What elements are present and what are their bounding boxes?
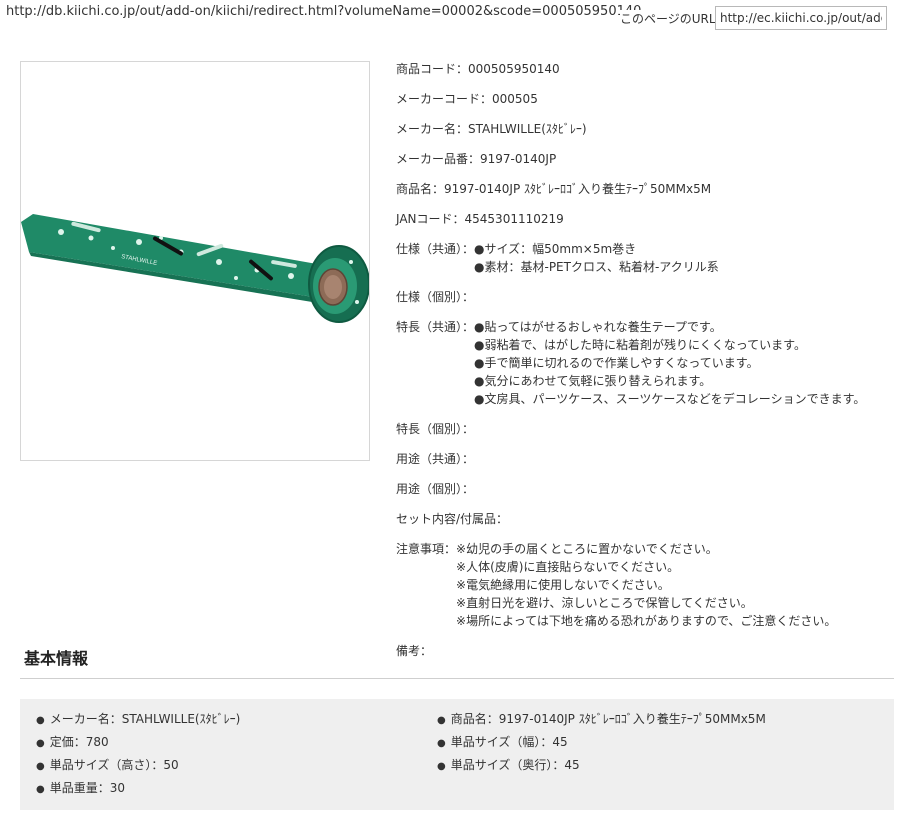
feature-line: ●気分にあわせて気軽に張り替えられます。: [474, 374, 712, 388]
bullet-icon: ●: [36, 738, 45, 749]
info-label: メーカー名：: [396, 122, 469, 136]
spec-line: ●素材：基材-PETクロス、粘着材-アクリル系: [474, 260, 719, 274]
basic-info-item: ● 単品サイズ（高さ）：50: [36, 756, 240, 779]
info-maker-name: メーカー名： STAHLWILLE(ｽﾀﾋﾞﾚｰ): [396, 120, 906, 138]
info-label: セット内容/付属品：: [396, 512, 509, 526]
info-maker-code: メーカーコード： 000505: [396, 90, 906, 108]
info-value: 9197-0140JP ｽﾀﾋﾞﾚｰﾛｺﾞ入り養生ﾃｰﾌﾟ50MMx5M: [444, 182, 712, 196]
feature-line: ●弱粘着で、はがした時に粘着剤が残りにくくなっています。: [474, 338, 806, 352]
info-label: 仕様（個別）：: [396, 290, 475, 304]
info-label: 用途（共通）：: [396, 452, 475, 466]
info-label: 特長（共通）：: [396, 320, 475, 334]
info-label: メーカー品番：: [396, 152, 481, 166]
bullet-icon: ●: [437, 761, 446, 772]
info-label: メーカーコード：: [396, 92, 493, 106]
page-url-label: このページのURL: [620, 10, 718, 27]
info-spec-common: 仕様（共通）： ●サイズ：幅50mm×5m巻き ●素材：基材-PETクロス、粘着…: [396, 240, 906, 276]
basic-info-item: ● メーカー名：STAHLWILLE(ｽﾀﾋﾞﾚｰ): [36, 710, 240, 733]
info-label: 商品名：: [396, 182, 445, 196]
caution-line: ※幼児の手の届くところに置かないでください。: [456, 542, 718, 556]
bullet-icon: ●: [437, 715, 446, 726]
basic-info-text: 単品重量：30: [49, 781, 126, 795]
info-usage-individual: 用途（個別）：: [396, 480, 906, 498]
basic-info-item: ● 単品サイズ（奥行）：45: [437, 756, 766, 779]
info-label: 用途（個別）：: [396, 482, 475, 496]
info-label: 備考：: [396, 644, 433, 658]
feature-line: ●文房具、パーツケース、スーツケースなどをデコレーションできます。: [474, 392, 866, 406]
caution-line: ※人体(皮膚)に直接貼らないでください。: [456, 560, 680, 574]
basic-info-text: メーカー名：STAHLWILLE(ｽﾀﾋﾞﾚｰ): [49, 712, 241, 726]
info-value: 000505950140: [468, 62, 560, 76]
info-jan-code: JANコード： 4545301110219: [396, 210, 906, 228]
info-label: JANコード：: [396, 212, 465, 226]
basic-info-heading: 基本情報: [24, 649, 89, 668]
info-value: STAHLWILLE(ｽﾀﾋﾞﾚｰ): [468, 122, 587, 136]
feature-line: ●貼ってはがせるおしゃれな養生テープです。: [474, 320, 722, 334]
page-url-input[interactable]: [715, 6, 887, 30]
product-image: STAHLWILLE: [20, 61, 370, 461]
basic-info-text: 単品サイズ（奥行）：45: [450, 758, 580, 772]
info-value: 4545301110219: [464, 212, 564, 226]
basic-info-text: 単品サイズ（高さ）：50: [49, 758, 179, 772]
basic-info-item: ● 単品重量：30: [36, 779, 240, 802]
info-label: 仕様（共通）：: [396, 242, 475, 256]
bullet-icon: ●: [36, 784, 45, 795]
spec-line: ●サイズ：幅50mm×5m巻き: [474, 242, 637, 256]
basic-info-item: ● 定価：780: [36, 733, 240, 756]
caution-line: ※電気絶縁用に使用しないでください。: [456, 578, 670, 592]
basic-info-item: ● 単品サイズ（幅）：45: [437, 733, 766, 756]
info-usage-common: 用途（共通）：: [396, 450, 906, 468]
source-url-text: http://db.kiichi.co.jp/out/add-on/kiichi…: [6, 4, 642, 19]
info-label: 商品コード：: [396, 62, 469, 76]
basic-info-text: 商品名：9197-0140JP ｽﾀﾋﾞﾚｰﾛｺﾞ入り養生ﾃｰﾌﾟ50MMx5M: [450, 712, 766, 726]
basic-info-panel: ● メーカー名：STAHLWILLE(ｽﾀﾋﾞﾚｰ) ● 定価：780 ● 単品サイズ…: [20, 699, 894, 810]
bullet-icon: ●: [36, 715, 45, 726]
info-features-individual: 特長（個別）：: [396, 420, 906, 438]
info-value: 9197-0140JP: [480, 152, 557, 166]
product-info-list: 商品コード： 000505950140 メーカーコード： 000505 メーカー…: [396, 60, 906, 672]
info-value: 000505: [492, 92, 538, 106]
info-product-code: 商品コード： 000505950140: [396, 60, 906, 78]
info-product-name: 商品名： 9197-0140JP ｽﾀﾋﾞﾚｰﾛｺﾞ入り養生ﾃｰﾌﾟ50MMx5…: [396, 180, 906, 198]
basic-info-item: ● 商品名：9197-0140JP ｽﾀﾋﾞﾚｰﾛｺﾞ入り養生ﾃｰﾌﾟ50MMx5…: [437, 710, 766, 733]
info-spec-individual: 仕様（個別）：: [396, 288, 906, 306]
feature-line: ●手で簡単に切れるので作業しやすくなっています。: [474, 356, 759, 370]
caution-line: ※場所によっては下地を痛める恐れがありますので、ご注意ください。: [456, 614, 837, 628]
info-label: 注意事項：: [396, 542, 457, 556]
bullet-icon: ●: [36, 761, 45, 772]
info-set-contents: セット内容/付属品：: [396, 510, 906, 528]
basic-info-text: 定価：780: [49, 735, 109, 749]
caution-line: ※直射日光を避け、涼しいところで保管してください。: [456, 596, 753, 610]
basic-info-left-column: ● メーカー名：STAHLWILLE(ｽﾀﾋﾞﾚｰ) ● 定価：780 ● 単品サイズ…: [36, 710, 240, 802]
info-features-common: 特長（共通）： ●貼ってはがせるおしゃれな養生テープです。 ●弱粘着で、はがした…: [396, 318, 906, 408]
info-label: 特長（個別）：: [396, 422, 475, 436]
info-remarks: 備考：: [396, 642, 906, 660]
info-maker-part-no: メーカー品番： 9197-0140JP: [396, 150, 906, 168]
section-divider: [20, 678, 894, 679]
info-cautions: 注意事項： ※幼児の手の届くところに置かないでください。 ※人体(皮膚)に直接貼…: [396, 540, 906, 630]
basic-info-right-column: ● 商品名：9197-0140JP ｽﾀﾋﾞﾚｰﾛｺﾞ入り養生ﾃｰﾌﾟ50MMx5…: [437, 710, 766, 779]
basic-info-text: 単品サイズ（幅）：45: [450, 735, 568, 749]
bullet-icon: ●: [437, 738, 446, 749]
